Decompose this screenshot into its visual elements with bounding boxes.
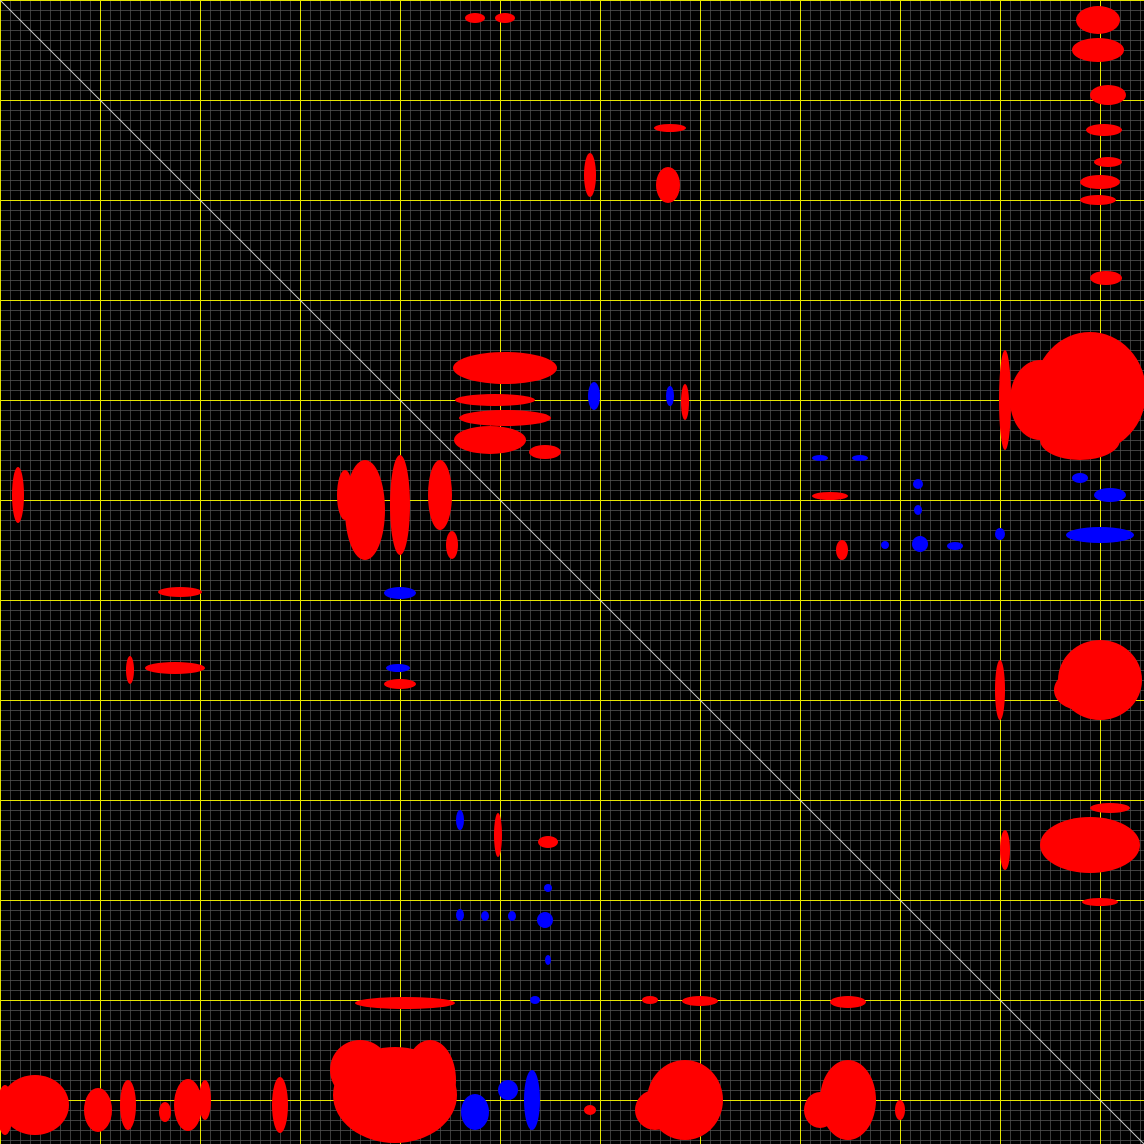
positive-contact-spot <box>1040 817 1140 873</box>
positive-contact-spot <box>145 662 205 674</box>
positive-contact-spot <box>1080 195 1116 205</box>
positive-contact-spot <box>656 167 680 203</box>
positive-contact-spot <box>174 1079 202 1131</box>
negative-contact-spot <box>508 911 516 921</box>
negative-contact-spot <box>912 536 928 552</box>
positive-contact-spot <box>642 996 658 1004</box>
positive-contact-spot <box>455 394 535 406</box>
positive-contact-spot <box>384 679 416 689</box>
positive-contact-spot <box>199 1080 211 1120</box>
positive-contact-spot <box>337 470 353 520</box>
negative-contact-spot <box>498 1080 518 1100</box>
contact-map <box>0 0 1144 1144</box>
positive-contact-spot <box>804 1092 836 1128</box>
positive-contact-spot <box>12 467 24 523</box>
negative-contact-spot <box>537 912 553 928</box>
positive-contact-spot <box>159 1102 171 1122</box>
negative-contact-spot <box>812 455 828 461</box>
positive-contact-spot <box>495 13 515 23</box>
positive-contact-spot <box>120 1080 136 1130</box>
positive-contact-spot <box>1082 898 1118 906</box>
negative-contact-spot <box>913 479 923 489</box>
positive-contact-spot <box>454 426 526 454</box>
positive-contact-spot <box>404 1040 456 1120</box>
positive-contact-spot <box>1010 360 1070 440</box>
positive-contact-spot <box>1000 830 1010 870</box>
negative-contact-spot <box>384 587 416 599</box>
positive-contact-spot <box>355 997 455 1009</box>
positive-contact-spot <box>1086 124 1122 136</box>
positive-contact-spot <box>453 352 557 384</box>
negative-contact-spot <box>666 386 674 406</box>
positive-contact-spot <box>681 384 689 420</box>
negative-contact-spot <box>530 996 540 1004</box>
negative-contact-spot <box>524 1070 540 1130</box>
positive-contact-spot <box>494 813 502 857</box>
positive-contact-spot <box>529 445 561 459</box>
negative-contact-spot <box>1072 473 1088 483</box>
positive-contact-spot <box>999 350 1011 450</box>
positive-contact-spot <box>654 124 686 132</box>
positive-contact-spot <box>812 492 848 500</box>
positive-contact-spot <box>538 836 558 848</box>
negative-contact-spot <box>914 505 922 515</box>
positive-contact-spot <box>158 587 202 597</box>
negative-contact-spot <box>545 955 551 965</box>
positive-contact-spot <box>1090 803 1130 813</box>
positive-contact-spot <box>1054 670 1106 710</box>
negative-contact-spot <box>1066 527 1134 543</box>
positive-contact-spot <box>1090 85 1126 105</box>
negative-contact-spot <box>481 911 489 921</box>
negative-contact-spot <box>995 528 1005 540</box>
positive-contact-spot <box>330 1040 390 1100</box>
positive-contact-spot <box>1080 175 1120 189</box>
positive-contact-spot <box>836 540 848 560</box>
positive-contact-spot <box>895 1100 905 1120</box>
positive-contact-spot <box>635 1090 675 1130</box>
positive-contact-spot <box>995 660 1005 720</box>
positive-contact-spot <box>446 531 458 559</box>
negative-contact-spot <box>588 382 600 410</box>
positive-contact-spot <box>126 656 134 684</box>
positive-contact-spot <box>830 996 866 1008</box>
positive-contact-spot <box>682 996 718 1006</box>
negative-contact-spot <box>456 909 464 921</box>
positive-contact-spot <box>84 1088 112 1132</box>
negative-contact-spot <box>456 810 464 830</box>
positive-contact-spot <box>465 13 485 23</box>
positive-contact-spot <box>1094 157 1122 167</box>
negative-contact-spot <box>461 1094 489 1130</box>
negative-contact-spot <box>1094 488 1126 502</box>
negative-contact-spot <box>544 884 552 892</box>
negative-contact-spot <box>881 541 889 549</box>
positive-contact-spot <box>584 153 596 197</box>
positive-contact-spot <box>390 455 410 555</box>
negative-contact-spot <box>852 455 868 461</box>
positive-contact-spot <box>272 1077 288 1133</box>
positive-contact-spot <box>1076 6 1120 34</box>
positive-contact-spot <box>584 1105 596 1115</box>
positive-contact-spot <box>1072 38 1124 62</box>
negative-contact-spot <box>386 664 410 672</box>
positive-contact-spot <box>428 460 452 530</box>
positive-contact-spot <box>459 410 551 426</box>
negative-contact-spot <box>947 542 963 550</box>
positive-contact-spot <box>1090 271 1122 285</box>
